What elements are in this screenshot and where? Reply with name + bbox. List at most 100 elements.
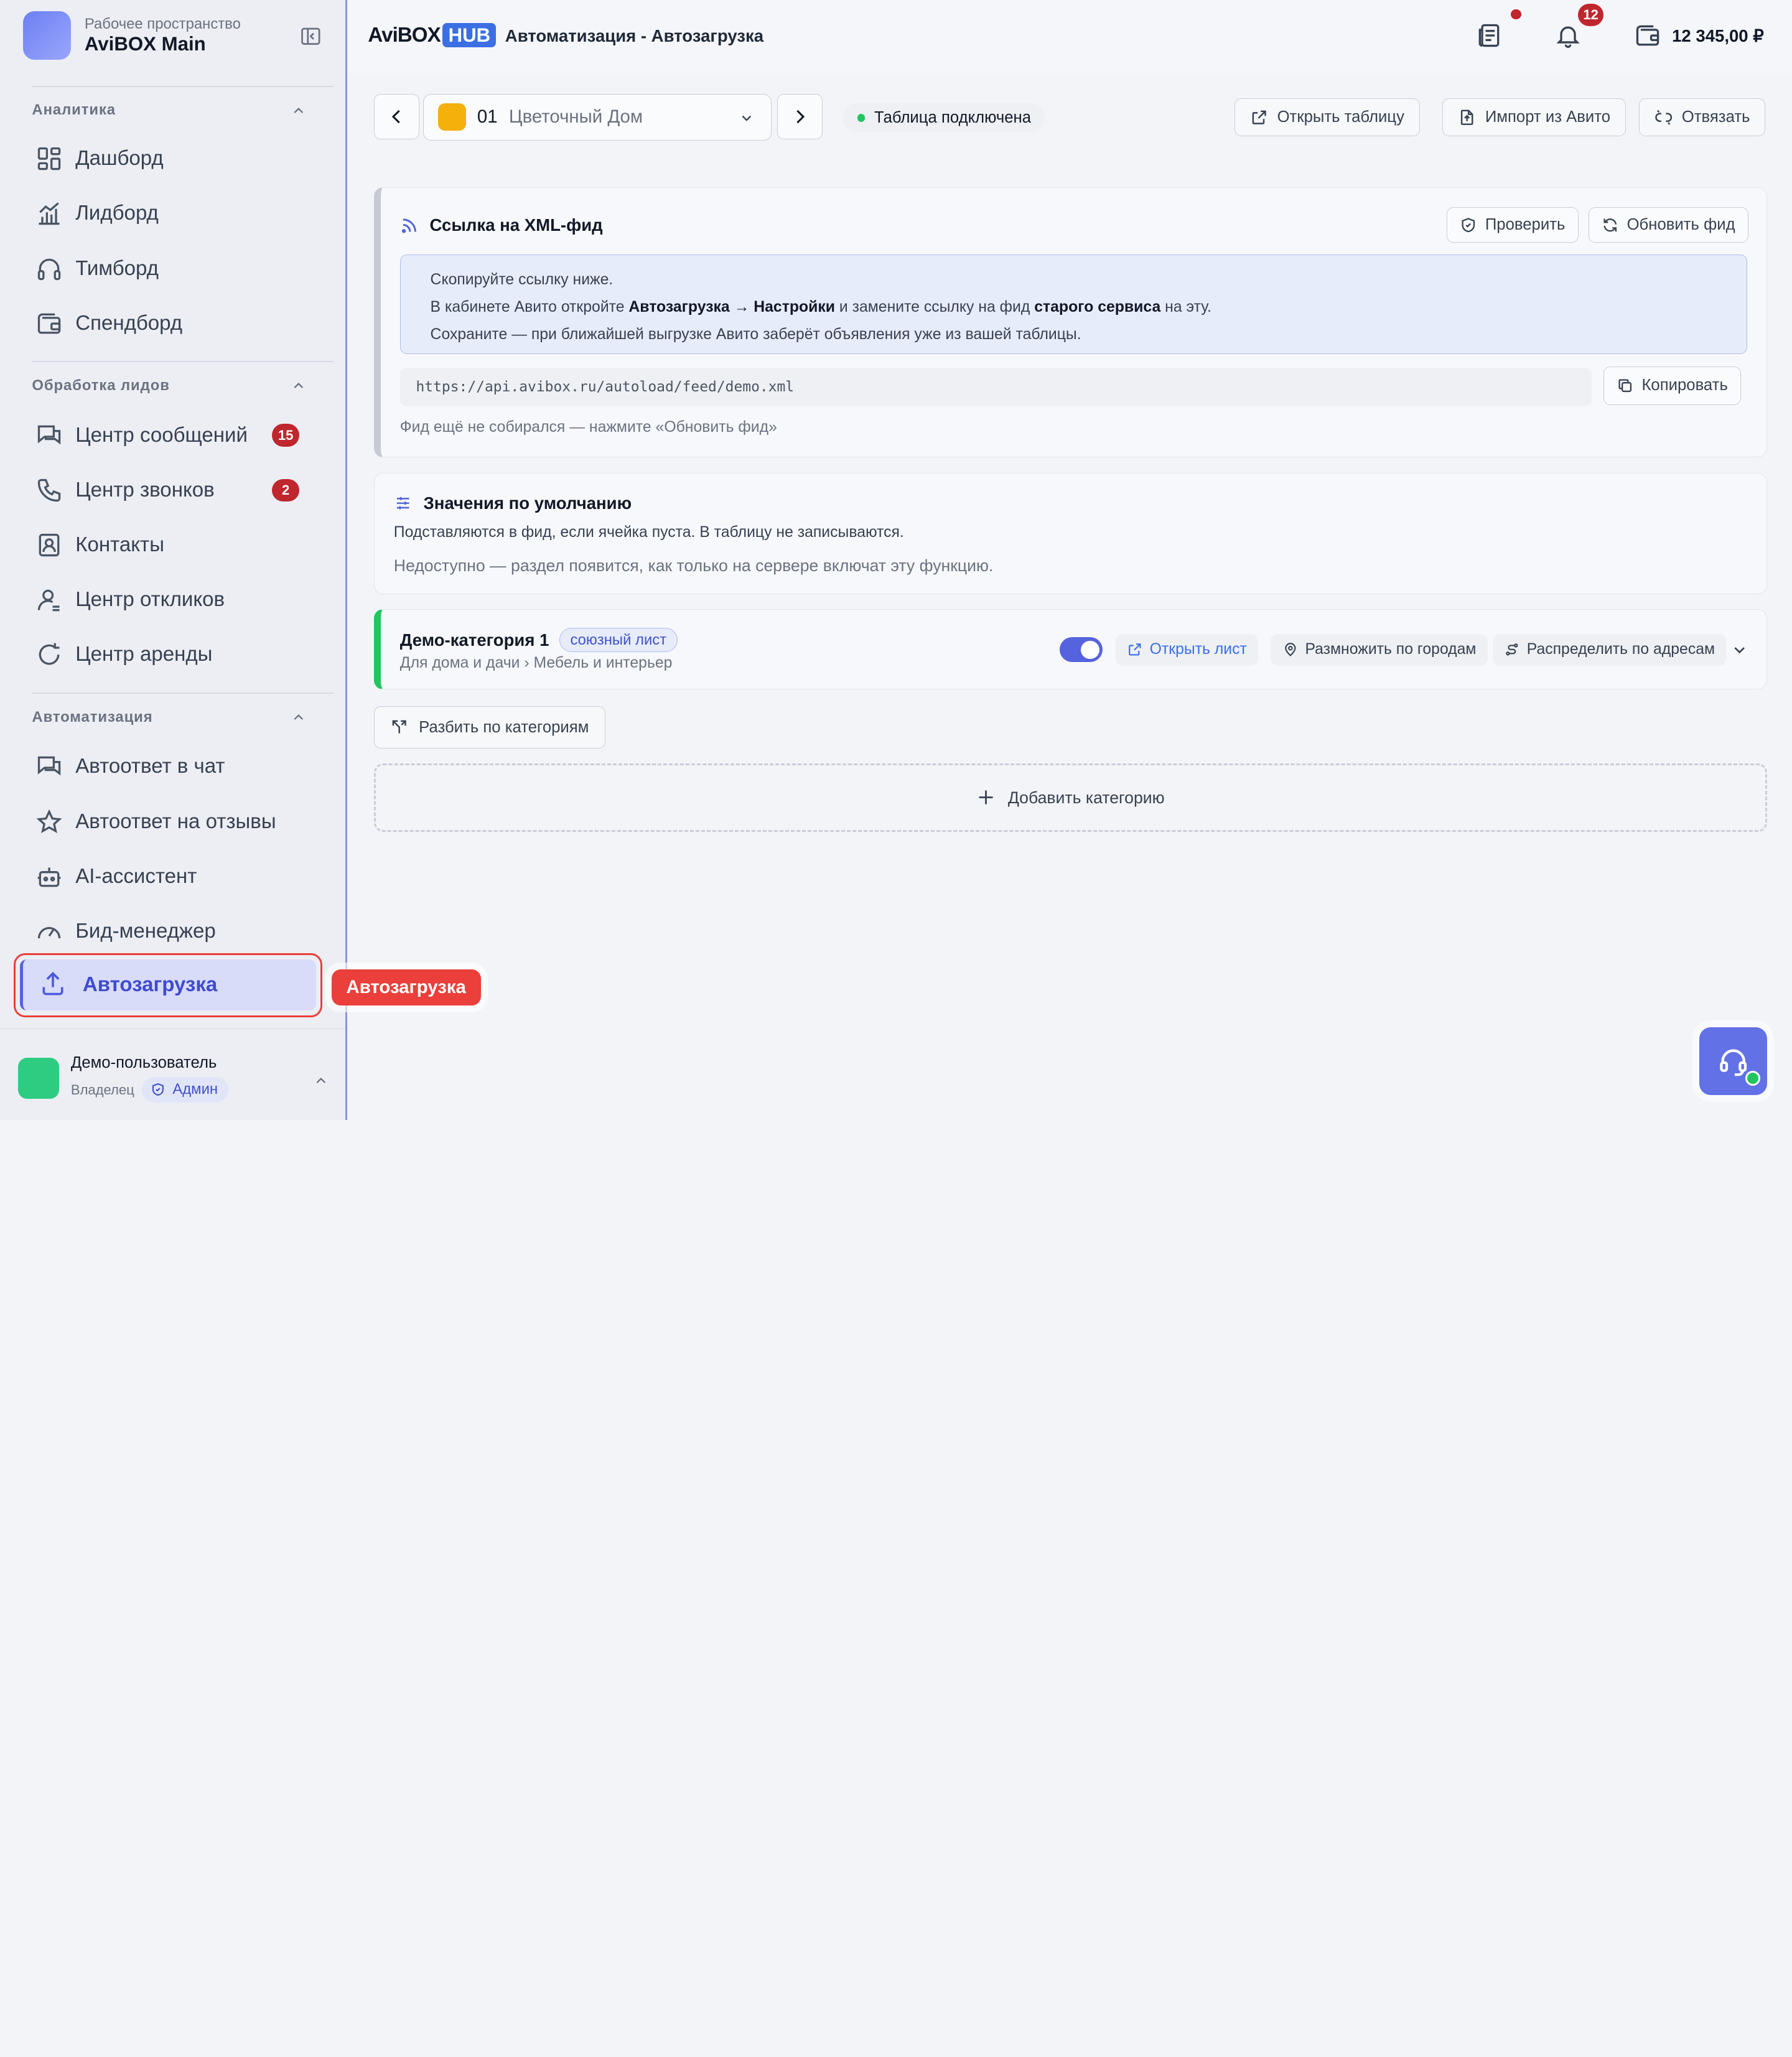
- admin-badge: Админ: [141, 1077, 228, 1103]
- open-table-button[interactable]: Открыть таблицу: [1234, 98, 1420, 136]
- section-leads[interactable]: Обработка лидов: [32, 377, 306, 394]
- phone-icon: [34, 475, 64, 505]
- workspace-label: Рабочее пространство: [84, 15, 241, 32]
- refresh-icon: [1603, 218, 1617, 232]
- distribute-addresses-button[interactable]: Распределить по адресам: [1492, 633, 1727, 666]
- sidebar-item-spendboard[interactable]: Спендборд: [34, 301, 309, 346]
- feed-status-note: Фид ещё не собирался — нажмите «Обновить…: [399, 419, 777, 436]
- defaults-subtitle: Подставляются в фид, если ячейка пуста. …: [393, 524, 904, 541]
- wallet-icon[interactable]: [1634, 22, 1664, 52]
- multiply-cities-button[interactable]: Размножить по городам: [1271, 633, 1488, 666]
- workspace-logo: [22, 11, 71, 60]
- defaults-header: Значения по умолчанию: [394, 493, 632, 513]
- sidebar-item-label: Тимборд: [75, 256, 159, 280]
- sidebar-item-label: Автоответ в чат: [75, 755, 225, 778]
- support-button[interactable]: [1699, 1027, 1767, 1095]
- brand-logo[interactable]: AviBOX HUB: [368, 22, 497, 48]
- contacts-icon: [34, 530, 64, 560]
- sidebar-item-label: Автозагрузка: [82, 973, 218, 997]
- prev-button[interactable]: [373, 93, 420, 140]
- sidebar-item-responses[interactable]: Центр откликов: [34, 577, 309, 623]
- chevron-up-icon: [294, 107, 303, 113]
- workspace-switcher[interactable]: Рабочее пространство AviBOX Main: [22, 11, 241, 60]
- sidebar-item-leadboard[interactable]: Лидборд: [34, 191, 309, 236]
- wallet-icon: [34, 309, 64, 338]
- status-dot: [857, 113, 866, 122]
- sidebar-item-autoreply-reviews[interactable]: Автоответ на отзывы: [34, 799, 309, 844]
- balance[interactable]: 12 345,00 ₽: [1672, 26, 1764, 46]
- robot-icon: [34, 862, 64, 892]
- user-role: Владелец: [70, 1081, 134, 1098]
- import-button[interactable]: Импорт из Авито: [1442, 98, 1626, 136]
- chart-icon: [34, 199, 64, 229]
- workspace-name: AviBOX Main: [84, 33, 206, 55]
- category-toggle[interactable]: [1059, 637, 1103, 663]
- page-title: Автоматизация - Автозагрузка: [505, 26, 764, 46]
- sidebar-item-ai-assistant[interactable]: AI-ассистент: [34, 854, 309, 899]
- shield-icon: [152, 1083, 164, 1096]
- sidebar: Рабочее пространство AviBOX Main Аналити…: [0, 0, 348, 1120]
- sidebar-item-label: Центр откликов: [75, 588, 225, 612]
- external-link-icon: [1129, 643, 1141, 656]
- sidebar-item-label: Центр сообщений: [75, 423, 248, 447]
- dashboard-icon: [34, 144, 64, 174]
- brand-name: AviBOX: [368, 23, 441, 47]
- feed-url-field[interactable]: https://api.avibox.ru/autoload/feed/demo…: [399, 367, 1592, 406]
- map-pin-icon: [1285, 643, 1296, 657]
- table-name: Цветочный Дом: [508, 106, 643, 128]
- category-tag: союзный лист: [559, 628, 678, 652]
- news-icon[interactable]: [1475, 22, 1505, 52]
- import-label: Импорт из Авито: [1485, 108, 1611, 126]
- table-number: 01: [477, 106, 498, 128]
- sidebar-item-contacts[interactable]: Контакты: [34, 522, 309, 567]
- sidebar-item-label: Центр звонков: [75, 478, 215, 501]
- unlink-button[interactable]: Отвязать: [1638, 98, 1766, 136]
- collapse-sidebar-icon[interactable]: [299, 25, 322, 48]
- table-selector[interactable]: 01 Цветочный Дом: [422, 93, 772, 141]
- next-button[interactable]: [777, 93, 823, 140]
- sidebar-item-dashboard[interactable]: Дашборд: [34, 136, 309, 182]
- bell-icon[interactable]: [1554, 22, 1584, 52]
- copy-button[interactable]: Копировать: [1603, 366, 1742, 406]
- refresh-icon: [34, 640, 64, 670]
- sidebar-item-autoload[interactable]: Автозагрузка: [14, 953, 322, 1017]
- section-automation[interactable]: Автоматизация: [32, 709, 306, 726]
- sidebar-item-bid-manager[interactable]: Бид-менеджер: [34, 908, 309, 954]
- status-label: Таблица подключена: [874, 108, 1032, 126]
- open-sheet-button[interactable]: Открыть лист: [1115, 633, 1259, 666]
- messages-icon: [34, 421, 64, 450]
- sliders-icon: [396, 497, 409, 510]
- connection-status: Таблица подключена: [843, 103, 1045, 133]
- check-button[interactable]: Проверить: [1447, 207, 1579, 243]
- unread-badge: 15: [272, 424, 300, 447]
- sidebar-item-label: Спендборд: [75, 311, 183, 335]
- split-categories-label: Разбить по категориям: [419, 718, 589, 736]
- chevron-up-icon: [294, 714, 303, 720]
- sidebar-item-label: AI-ассистент: [75, 864, 197, 888]
- refresh-feed-button[interactable]: Обновить фид: [1588, 207, 1748, 243]
- user-menu[interactable]: Демо-пользователь Владелец Админ: [0, 1028, 345, 1120]
- star-icon: [34, 807, 64, 837]
- unlink-icon: [1654, 110, 1672, 125]
- sidebar-item-rent[interactable]: Центр аренды: [34, 632, 309, 678]
- sidebar-item-teamboard[interactable]: Тимборд: [34, 246, 309, 291]
- admin-badge-label: Админ: [172, 1081, 218, 1098]
- open-table-label: Открыть таблицу: [1277, 108, 1404, 126]
- headphones-icon: [34, 254, 64, 284]
- sidebar-item-autoreply-chat[interactable]: Автоответ в чат: [34, 744, 309, 790]
- chevron-up-icon: [316, 1077, 326, 1083]
- sidebar-item-calls[interactable]: Центр звонков 2: [34, 467, 309, 513]
- add-category-button[interactable]: Добавить категорию: [373, 763, 1767, 833]
- split-categories-button[interactable]: Разбить по категориям: [373, 706, 606, 749]
- section-title: Обработка лидов: [32, 377, 170, 394]
- chevron-down-icon[interactable]: [1730, 641, 1748, 659]
- main-content: 01 Цветочный Дом Таблица подключена Откр…: [363, 73, 1792, 1120]
- section-analytics[interactable]: Аналитика: [32, 101, 306, 119]
- rss-icon: [401, 218, 416, 233]
- xml-feed-card: Ссылка на XML-фид Проверить Обновить фид…: [373, 187, 1767, 457]
- add-category-label: Добавить категорию: [1007, 788, 1165, 807]
- file-import-icon: [1460, 110, 1473, 125]
- notifications-badge: 12: [1578, 3, 1603, 27]
- sidebar-item-messages[interactable]: Центр сообщений 15: [34, 413, 309, 458]
- upload-icon: [39, 970, 69, 1000]
